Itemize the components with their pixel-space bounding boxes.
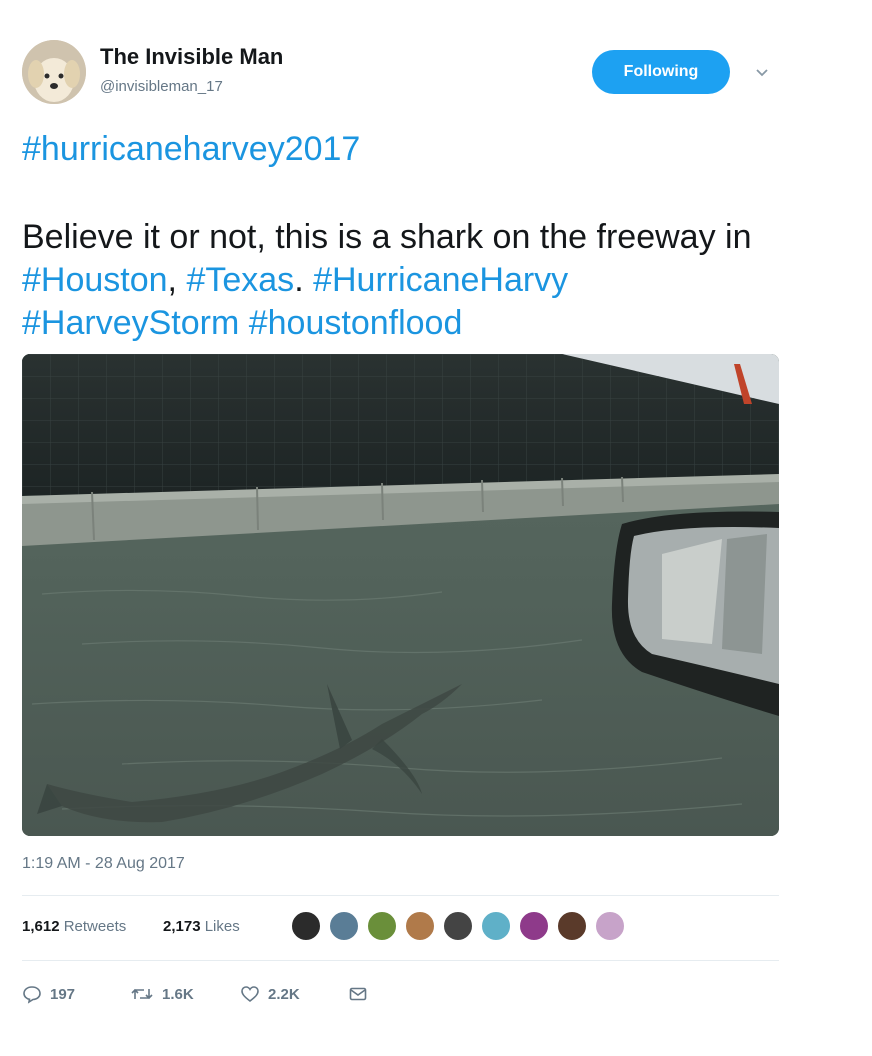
author-name[interactable]: The Invisible Man <box>100 44 283 70</box>
likes-label: Likes <box>204 918 240 935</box>
reply-button[interactable]: 197 <box>22 984 75 1004</box>
following-button[interactable]: Following <box>592 50 730 94</box>
tweet-text-plain: Believe it or not, this is a shark on th… <box>22 218 752 256</box>
direct-message-button[interactable] <box>348 984 368 1004</box>
hashtag-hurricaneharvey2017[interactable]: #hurricaneharvey2017 <box>22 130 360 169</box>
tweet-text: Believe it or not, this is a shark on th… <box>22 216 802 345</box>
retweet-stats[interactable]: 1,612 Retweets <box>22 918 126 935</box>
hashtag-texas[interactable]: #Texas <box>186 261 294 299</box>
chevron-down-icon[interactable] <box>752 62 772 82</box>
flooded-freeway-shark-image <box>22 354 779 836</box>
tweet-photo[interactable] <box>22 354 779 836</box>
hashtag-houstonflood[interactable]: #houstonflood <box>249 304 463 342</box>
hashtag-houston[interactable]: #Houston <box>22 261 168 299</box>
liker-avatar[interactable] <box>366 910 398 942</box>
divider <box>22 895 779 896</box>
liker-avatar[interactable] <box>480 910 512 942</box>
liker-avatar[interactable] <box>404 910 436 942</box>
hashtag-harveystorm[interactable]: #HarveyStorm <box>22 304 239 342</box>
hashtag-hurricaneharvy[interactable]: #HurricaneHarvy <box>313 261 568 299</box>
like-button[interactable]: 2.2K <box>240 984 300 1004</box>
liker-avatar[interactable] <box>328 910 360 942</box>
tweet-text-dot: . <box>294 261 314 299</box>
reply-icon <box>23 986 41 1004</box>
liker-avatar[interactable] <box>556 910 588 942</box>
tweet-timestamp[interactable]: 1:19 AM - 28 Aug 2017 <box>22 855 185 873</box>
like-stats[interactable]: 2,173 Likes <box>163 918 240 935</box>
divider <box>22 960 779 961</box>
liker-avatar[interactable] <box>594 910 626 942</box>
like-count: 2.2K <box>268 985 300 1003</box>
dog-avatar-icon <box>22 40 86 104</box>
liker-avatar[interactable] <box>442 910 474 942</box>
liker-avatar[interactable] <box>518 910 550 942</box>
envelope-icon <box>349 987 367 1001</box>
liker-avatar[interactable] <box>290 910 322 942</box>
retweet-icon <box>131 988 153 1000</box>
avatar[interactable] <box>22 40 86 104</box>
tweet-text-comma: , <box>167 261 187 299</box>
retweets-label: Retweets <box>63 918 127 935</box>
retweet-count: 1.6K <box>162 985 194 1003</box>
retweets-count: 1,612 <box>22 918 60 935</box>
retweet-button[interactable]: 1.6K <box>130 984 194 1004</box>
heart-icon <box>241 986 259 1003</box>
author-handle[interactable]: @invisibleman_17 <box>100 78 223 95</box>
reply-count: 197 <box>50 985 76 1003</box>
likes-count: 2,173 <box>163 918 201 935</box>
